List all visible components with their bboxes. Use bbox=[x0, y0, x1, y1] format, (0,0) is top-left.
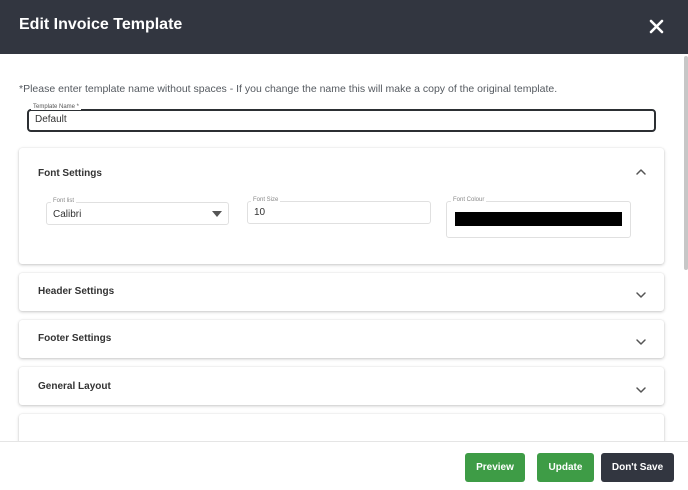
modal-footer: Preview Update Don't Save bbox=[0, 441, 688, 490]
header-settings-title: Header Settings bbox=[38, 286, 115, 297]
modal-header: Edit Invoice Template bbox=[0, 0, 688, 54]
modal-title: Edit Invoice Template bbox=[19, 16, 183, 33]
chevron-up-icon bbox=[636, 169, 646, 175]
font-settings-title: Font Settings bbox=[38, 168, 102, 179]
template-name-value: Default bbox=[35, 114, 67, 125]
font-settings-panel: Font Settings Calibri Font list 10 Font … bbox=[19, 148, 664, 264]
font-colour-picker[interactable] bbox=[446, 201, 631, 238]
chevron-down-icon bbox=[636, 292, 646, 298]
font-colour-swatch[interactable] bbox=[455, 212, 622, 226]
edit-invoice-template-modal: Edit Invoice Template *Please enter temp… bbox=[0, 0, 688, 490]
close-button[interactable] bbox=[646, 16, 668, 38]
next-settings-panel[interactable] bbox=[19, 414, 664, 441]
chevron-down-icon bbox=[636, 387, 646, 393]
chevron-down-icon bbox=[636, 339, 646, 345]
font-list-label: Font list bbox=[51, 198, 77, 204]
header-settings-toggle[interactable] bbox=[635, 288, 647, 300]
font-list-value: Calibri bbox=[53, 209, 82, 220]
template-name-hint: *Please enter template name without spac… bbox=[19, 83, 558, 95]
font-size-value: 10 bbox=[254, 207, 266, 218]
preview-button[interactable]: Preview bbox=[465, 453, 525, 482]
footer-settings-title: Footer Settings bbox=[38, 333, 112, 344]
general-layout-panel[interactable]: General Layout bbox=[19, 367, 664, 405]
template-name-label: Template Name * bbox=[31, 104, 82, 110]
template-name-input[interactable]: Default bbox=[27, 109, 656, 132]
font-settings-toggle[interactable] bbox=[635, 165, 647, 177]
font-list-select[interactable]: Calibri bbox=[46, 202, 229, 225]
dropdown-arrow-icon bbox=[212, 211, 222, 217]
footer-settings-toggle[interactable] bbox=[635, 335, 647, 347]
general-layout-toggle[interactable] bbox=[635, 383, 647, 395]
font-colour-label: Font Colour bbox=[451, 197, 487, 203]
header-settings-panel[interactable]: Header Settings bbox=[19, 273, 664, 311]
modal-body: *Please enter template name without spac… bbox=[0, 54, 688, 441]
footer-settings-panel[interactable]: Footer Settings bbox=[19, 320, 664, 358]
dont-save-button[interactable]: Don't Save bbox=[601, 453, 674, 482]
close-icon bbox=[649, 19, 664, 34]
font-size-label: Font Size bbox=[251, 197, 281, 203]
font-size-input[interactable]: 10 bbox=[247, 201, 431, 224]
update-button[interactable]: Update bbox=[537, 453, 594, 482]
general-layout-title: General Layout bbox=[38, 381, 111, 392]
scrollbar-thumb[interactable] bbox=[684, 56, 688, 270]
